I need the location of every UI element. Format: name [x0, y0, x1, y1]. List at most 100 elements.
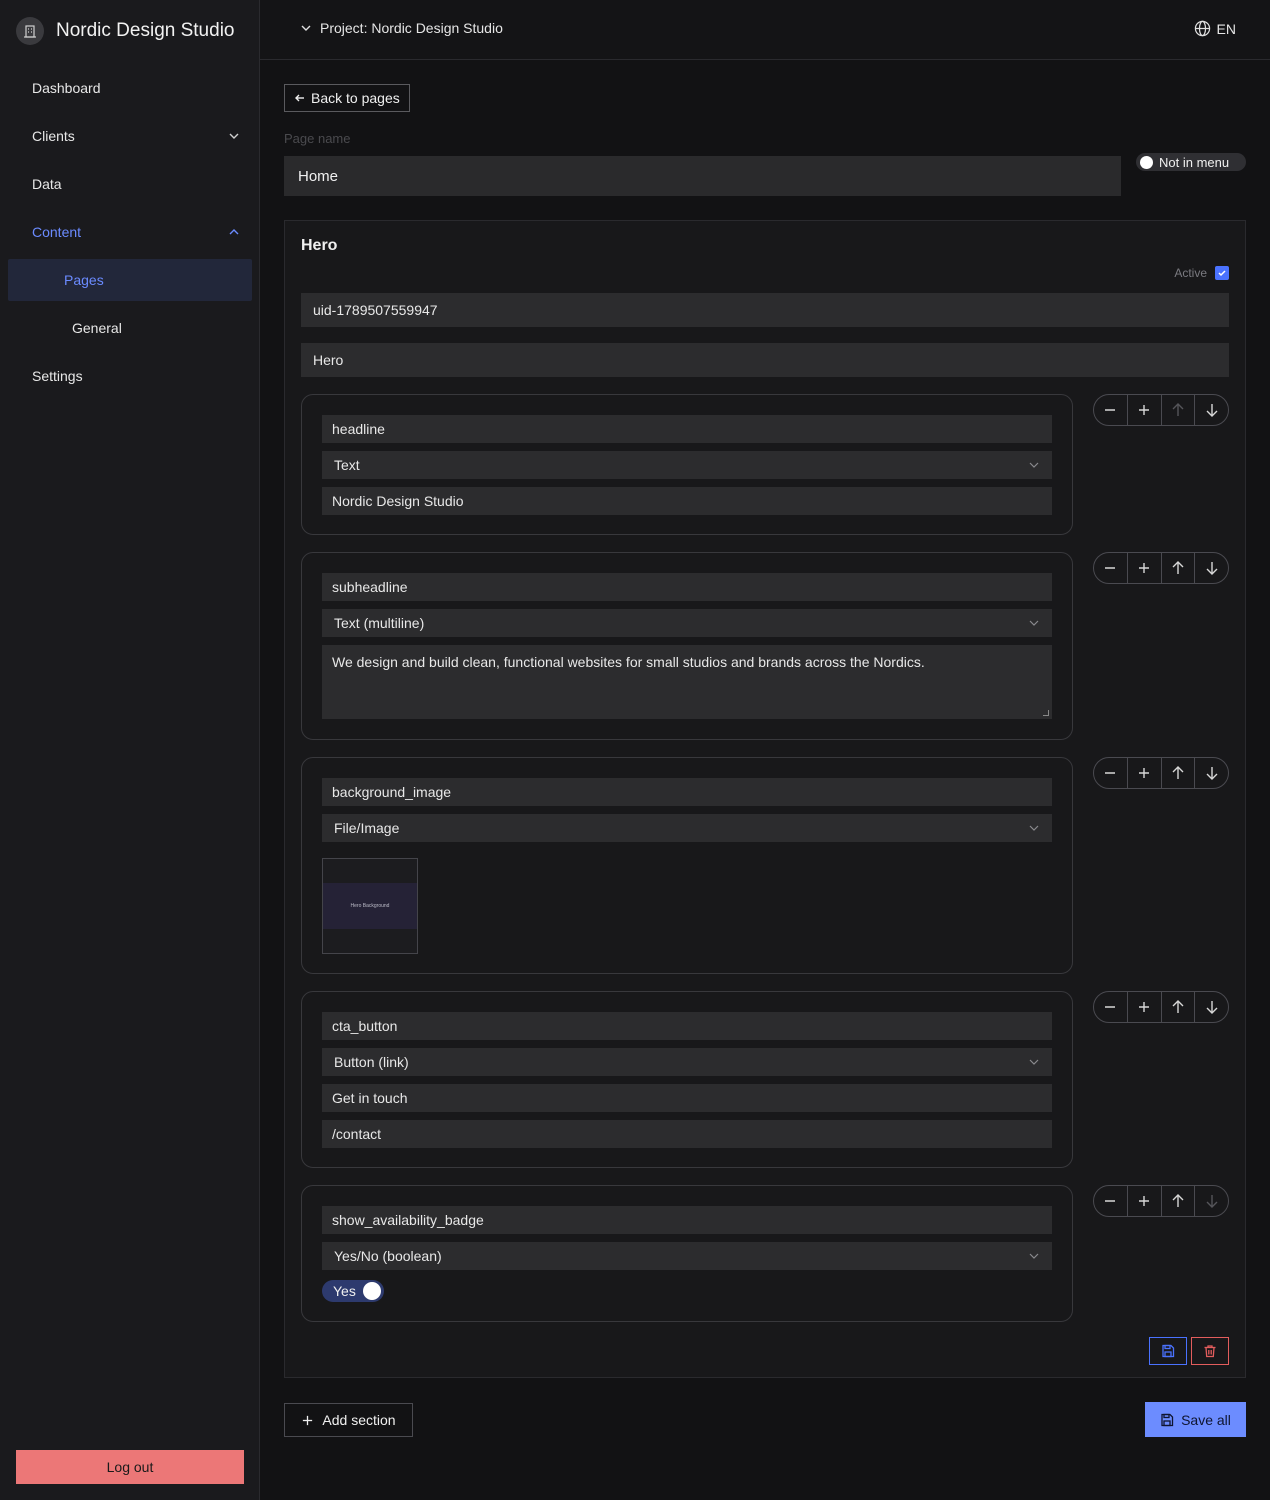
language-label: EN	[1216, 20, 1236, 37]
arrow-up-icon	[1172, 561, 1184, 574]
field-key-input[interactable]: background_image	[322, 778, 1052, 806]
back-label: Back to pages	[311, 90, 400, 106]
move-down-button[interactable]	[1195, 395, 1228, 425]
move-up-button[interactable]	[1162, 395, 1196, 425]
remove-field-button[interactable]	[1094, 758, 1128, 788]
globe-icon	[1194, 20, 1210, 37]
menu-visibility-toggle[interactable]: Not in menu	[1136, 153, 1246, 171]
add-section-button[interactable]: Add section	[284, 1403, 413, 1437]
section-title: Hero	[301, 237, 338, 254]
field-type-select[interactable]: Text	[322, 451, 1052, 479]
button-label-input[interactable]: Get in touch	[322, 1084, 1052, 1112]
field-card-headline: headline Text Nordic Design Studio	[301, 394, 1073, 535]
logout-button[interactable]: Log out	[16, 1450, 244, 1484]
minus-icon	[1105, 772, 1116, 774]
image-preview: Hero Background	[323, 883, 417, 929]
remove-field-button[interactable]	[1094, 395, 1128, 425]
field-type-value: Text	[334, 457, 360, 473]
move-up-button[interactable]	[1162, 553, 1196, 583]
arrow-up-icon	[1172, 1000, 1184, 1013]
field-value-textarea[interactable]: We design and build clean, functional we…	[322, 645, 1052, 719]
sidebar-item-data[interactable]: Data	[0, 160, 260, 208]
sidebar-item-clients[interactable]: Clients	[0, 112, 260, 160]
add-field-button[interactable]	[1128, 758, 1162, 788]
plus-icon	[1139, 768, 1150, 778]
field-key-input[interactable]: subheadline	[322, 573, 1052, 601]
back-to-pages-button[interactable]: Back to pages	[284, 84, 410, 112]
remove-field-button[interactable]	[1094, 553, 1128, 583]
field-key-input[interactable]: show_availability_badge	[322, 1206, 1052, 1234]
delete-section-button[interactable]	[1191, 1337, 1229, 1365]
minus-icon	[1105, 1200, 1116, 1202]
button-url-input[interactable]: /contact	[322, 1120, 1052, 1148]
remove-field-button[interactable]	[1094, 1186, 1128, 1216]
add-field-button[interactable]	[1128, 395, 1162, 425]
save-all-button[interactable]: Save all	[1145, 1402, 1246, 1437]
add-field-button[interactable]	[1128, 553, 1162, 583]
plus-icon	[1139, 563, 1150, 573]
move-down-button[interactable]	[1195, 1186, 1228, 1216]
arrow-up-icon	[1172, 1194, 1184, 1207]
active-checkbox[interactable]	[1215, 266, 1229, 280]
move-down-button[interactable]	[1195, 758, 1228, 788]
arrow-down-icon	[1206, 767, 1218, 780]
move-down-button[interactable]	[1195, 553, 1228, 583]
save-section-button[interactable]	[1149, 1337, 1187, 1365]
boolean-toggle[interactable]: Yes	[322, 1280, 384, 1302]
minus-icon	[1105, 409, 1116, 411]
sidebar-item-content[interactable]: Content	[0, 208, 260, 256]
toggle-label: Yes	[333, 1283, 356, 1299]
field-key-input[interactable]: headline	[322, 415, 1052, 443]
minus-icon	[1105, 1006, 1116, 1008]
page-name-label: Page name	[284, 131, 351, 146]
chevron-down-icon	[1029, 462, 1039, 468]
move-down-button[interactable]	[1195, 992, 1228, 1022]
resize-handle[interactable]	[1043, 710, 1049, 716]
field-value-input[interactable]: Nordic Design Studio	[322, 487, 1052, 515]
project-selector[interactable]: Project: Nordic Design Studio	[300, 20, 503, 36]
plus-icon	[1139, 1196, 1150, 1206]
language-selector[interactable]: EN	[1194, 20, 1236, 37]
sidebar-item-pages[interactable]: Pages	[8, 259, 252, 301]
sidebar-item-general[interactable]: General	[8, 304, 252, 352]
remove-field-button[interactable]	[1094, 992, 1128, 1022]
chevron-down-icon	[1029, 1253, 1039, 1259]
field-type-select[interactable]: Yes/No (boolean)	[322, 1242, 1052, 1270]
image-thumbnail[interactable]: Hero Background	[322, 858, 418, 954]
brand[interactable]: Nordic Design Studio	[16, 16, 234, 46]
topbar: Project: Nordic Design Studio EN	[260, 0, 1270, 60]
move-up-button[interactable]	[1162, 992, 1196, 1022]
sidebar-item-label: Pages	[64, 272, 104, 288]
move-up-button[interactable]	[1162, 758, 1196, 788]
sidebar-item-label: General	[72, 320, 122, 336]
field-type-select[interactable]: File/Image	[322, 814, 1052, 842]
sidebar-item-dashboard[interactable]: Dashboard	[0, 64, 260, 112]
sidebar-item-label: Dashboard	[32, 80, 101, 96]
floppy-disk-icon	[1162, 1344, 1175, 1358]
sidebar-item-settings[interactable]: Settings	[0, 352, 260, 400]
field-type-select[interactable]: Button (link)	[322, 1048, 1052, 1076]
plus-icon	[303, 1415, 313, 1425]
add-field-button[interactable]	[1128, 992, 1162, 1022]
image-caption: Hero Background	[350, 903, 390, 909]
field-key-input[interactable]: cta_button	[322, 1012, 1052, 1040]
chevron-up-icon	[229, 229, 239, 235]
section-uid-input[interactable]: uid-1789507559947	[301, 293, 1229, 327]
sidebar-nav: Dashboard Clients Data Content Pages Gen…	[0, 64, 260, 400]
toggle-knob	[363, 1282, 381, 1300]
sidebar: Nordic Design Studio Dashboard Clients D…	[0, 0, 260, 1500]
field-type-value: File/Image	[334, 820, 400, 836]
page-name-input[interactable]: Home	[284, 156, 1121, 196]
toggle-knob	[1140, 155, 1153, 169]
field-card-show-availability-badge: show_availability_badge Yes/No (boolean)…	[301, 1185, 1073, 1322]
section-name-input[interactable]: Hero	[301, 343, 1229, 377]
field-type-select[interactable]: Text (multiline)	[322, 609, 1052, 637]
menu-toggle-label: Not in menu	[1159, 154, 1230, 170]
arrow-down-icon	[1206, 404, 1218, 417]
brand-title: Nordic Design Studio	[56, 20, 235, 41]
chevron-down-icon	[1029, 1059, 1039, 1065]
add-field-button[interactable]	[1128, 1186, 1162, 1216]
move-up-button[interactable]	[1162, 1186, 1196, 1216]
minus-icon	[1105, 567, 1116, 569]
field-controls-cta-button	[1093, 991, 1229, 1023]
